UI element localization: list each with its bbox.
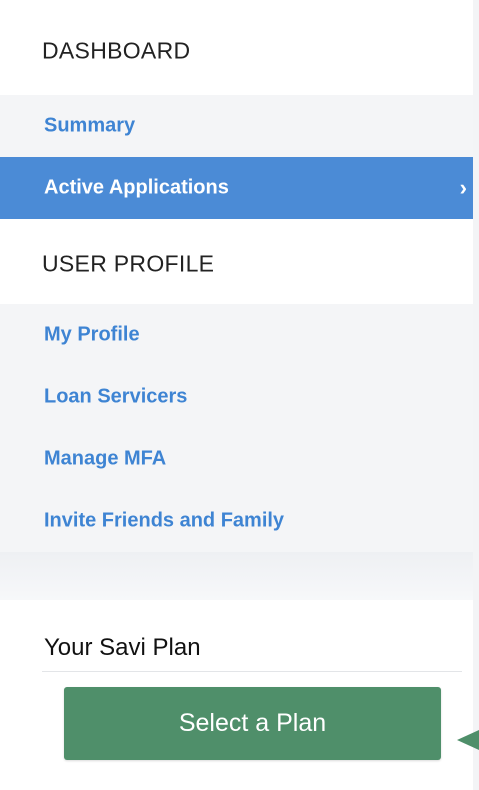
select-plan-button[interactable]: Select a Plan [64,687,441,760]
sidebar-item-my-profile[interactable]: My Profile [0,304,473,366]
section-divider [0,552,473,600]
user-profile-title: USER PROFILE [42,250,215,277]
sidebar-item-manage-mfa[interactable]: Manage MFA [0,428,473,490]
sidebar-item-label: Manage MFA [44,447,167,470]
screen: DASHBOARD Summary Active Applications › … [0,0,479,790]
dashboard-nav-group: Summary [0,95,473,157]
sidebar-item-label: Invite Friends and Family [44,509,285,532]
plan-divider [42,671,462,672]
section-header-dashboard: DASHBOARD [0,22,473,80]
dashboard-title: DASHBOARD [42,37,191,64]
arrow-left-icon [457,730,479,750]
sidebar-item-loan-servicers[interactable]: Loan Servicers [0,366,473,428]
sidebar-item-label: Active Applications [44,176,229,199]
sidebar-item-active-applications[interactable]: Active Applications › [0,157,473,219]
sidebar-item-label: Loan Servicers [44,385,188,408]
sidebar-item-label: My Profile [44,323,140,346]
user-profile-nav-group: My Profile Loan Servicers Manage MFA Inv… [0,304,473,552]
page-background [473,0,479,790]
section-header-user-profile: USER PROFILE [0,235,473,293]
chevron-right-icon: › [459,175,467,200]
sidebar-item-invite-friends[interactable]: Invite Friends and Family [0,490,473,552]
sidebar-item-summary[interactable]: Summary [0,95,473,157]
sidebar-item-label: Summary [44,114,136,137]
plan-title: Your Savi Plan [44,634,201,661]
